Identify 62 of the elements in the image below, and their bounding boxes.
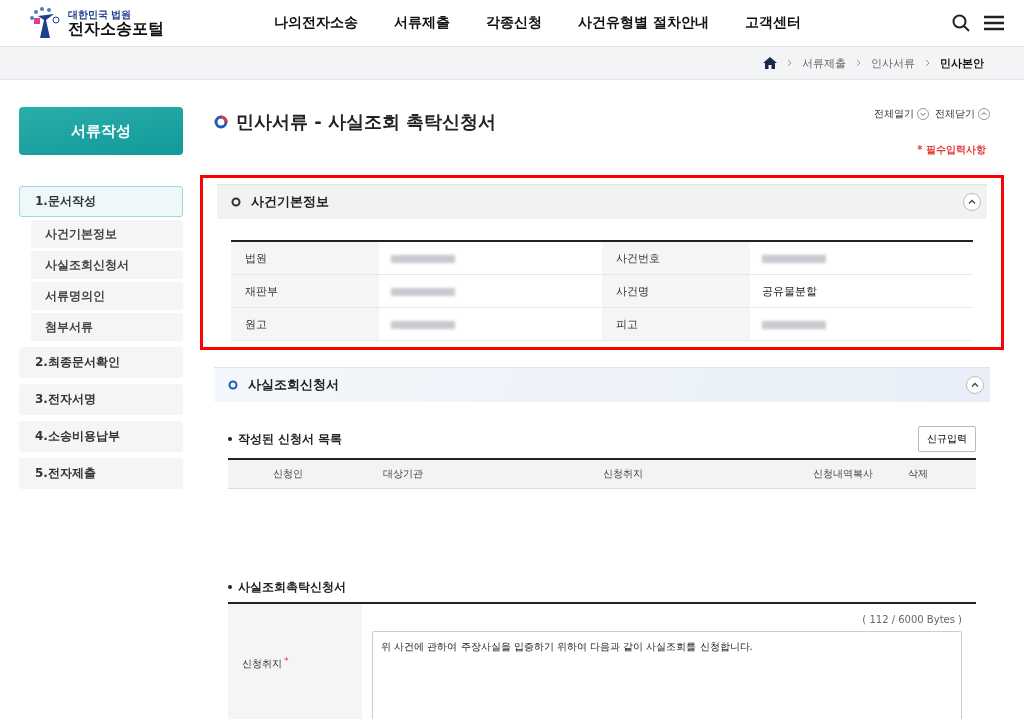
column-header: 대상기관 — [382, 467, 424, 481]
section-title: 사실조회신청서 — [248, 376, 339, 394]
request-textarea[interactable]: 위 사건에 관하여 주장사실을 입증하기 위하여 다음과 같이 사실조회를 신청합니다. — [372, 631, 962, 719]
sidebar-item[interactable]: 1.문서작성 — [19, 186, 183, 217]
field-label: 신청취지 — [242, 657, 282, 671]
nav-link[interactable]: 서류제출 — [394, 14, 450, 32]
new-entry-button[interactable]: 신규입력 — [918, 426, 976, 452]
nav-link[interactable]: 나의전자소송 — [274, 14, 358, 32]
byte-counter: ( 112 / 6000 Bytes ) — [861, 614, 962, 625]
sidebar-item[interactable]: 5.전자제출 — [19, 458, 183, 489]
sidebar-subitem[interactable]: 서류명의인 — [31, 282, 183, 310]
required-note: * 필수입력사항 — [916, 143, 987, 157]
nav-link[interactable]: 고객센터 — [744, 14, 801, 32]
breadcrumb-link[interactable]: 민사본안 — [940, 55, 984, 71]
field-label: 원고 — [231, 307, 379, 341]
subsection-title: 작성된 신청서 목록 — [238, 430, 343, 448]
breadcrumb-link[interactable]: 서류제출 — [802, 55, 846, 71]
column-header: 신청내역복사 — [812, 467, 874, 481]
caret-icon — [967, 197, 977, 207]
chevron-icon — [787, 59, 792, 67]
menu-icon[interactable] — [984, 15, 1004, 31]
subsection-title: 사실조회촉탁신청서 — [238, 578, 346, 596]
section-title: 사건기본정보 — [251, 193, 329, 211]
field-label: 피고 — [602, 307, 750, 341]
field-value: 공유물분할 — [761, 284, 817, 298]
breadcrumb-link[interactable]: 인사서류 — [871, 55, 915, 71]
sidebar-subitem[interactable]: 사실조회신청서 — [31, 251, 183, 279]
chevron-down-icon — [917, 108, 929, 120]
collapse-all-button[interactable]: 전체닫기 — [935, 107, 990, 121]
sidebar-subitem[interactable]: 사건기본정보 — [31, 220, 183, 248]
required-mark: * — [284, 656, 289, 666]
home-icon[interactable] — [763, 57, 777, 69]
sidebar-item[interactable]: 2.최종문서확인 — [19, 347, 183, 378]
logo-subtitle: 대한민국 법원 — [68, 8, 133, 20]
field-label: 법원 — [231, 241, 379, 275]
sidebar-subitem[interactable]: 첨부서류 — [31, 313, 183, 341]
chevron-up-icon — [978, 108, 990, 120]
nav-link[interactable]: 사건유형별 절차안내 — [578, 14, 709, 32]
sidebar-item[interactable]: 4.소송비용납부 — [19, 421, 183, 452]
field-label: 사건번호 — [602, 241, 750, 275]
title-bullet-icon — [214, 115, 228, 129]
sidebar-item[interactable]: 3.전자서명 — [19, 384, 183, 415]
page-title: 민사서류 - 사실조회 촉탁신청서 — [236, 110, 497, 134]
collapse-button[interactable] — [963, 193, 981, 211]
search-icon[interactable] — [952, 14, 970, 32]
column-header: 신청인 — [272, 467, 304, 481]
column-header: 삭제 — [907, 467, 929, 481]
chevron-icon — [925, 59, 930, 67]
chevron-icon — [856, 59, 861, 67]
bullet-icon — [231, 197, 241, 207]
bullet-icon — [228, 437, 232, 441]
bullet-icon — [228, 585, 232, 589]
logo-title: 전자소송포털 — [68, 19, 164, 38]
field-label: 사건명 — [602, 274, 750, 308]
nav-link[interactable]: 각종신청 — [486, 14, 542, 32]
field-label: 재판부 — [231, 274, 379, 308]
column-header: 신청취지 — [602, 467, 644, 481]
expand-all-button[interactable]: 전체열기 — [874, 107, 929, 121]
collapse-button[interactable] — [966, 376, 984, 394]
sidebar-header: 서류작성 — [19, 107, 183, 155]
bullet-icon — [228, 380, 238, 390]
caret-icon — [970, 380, 980, 390]
